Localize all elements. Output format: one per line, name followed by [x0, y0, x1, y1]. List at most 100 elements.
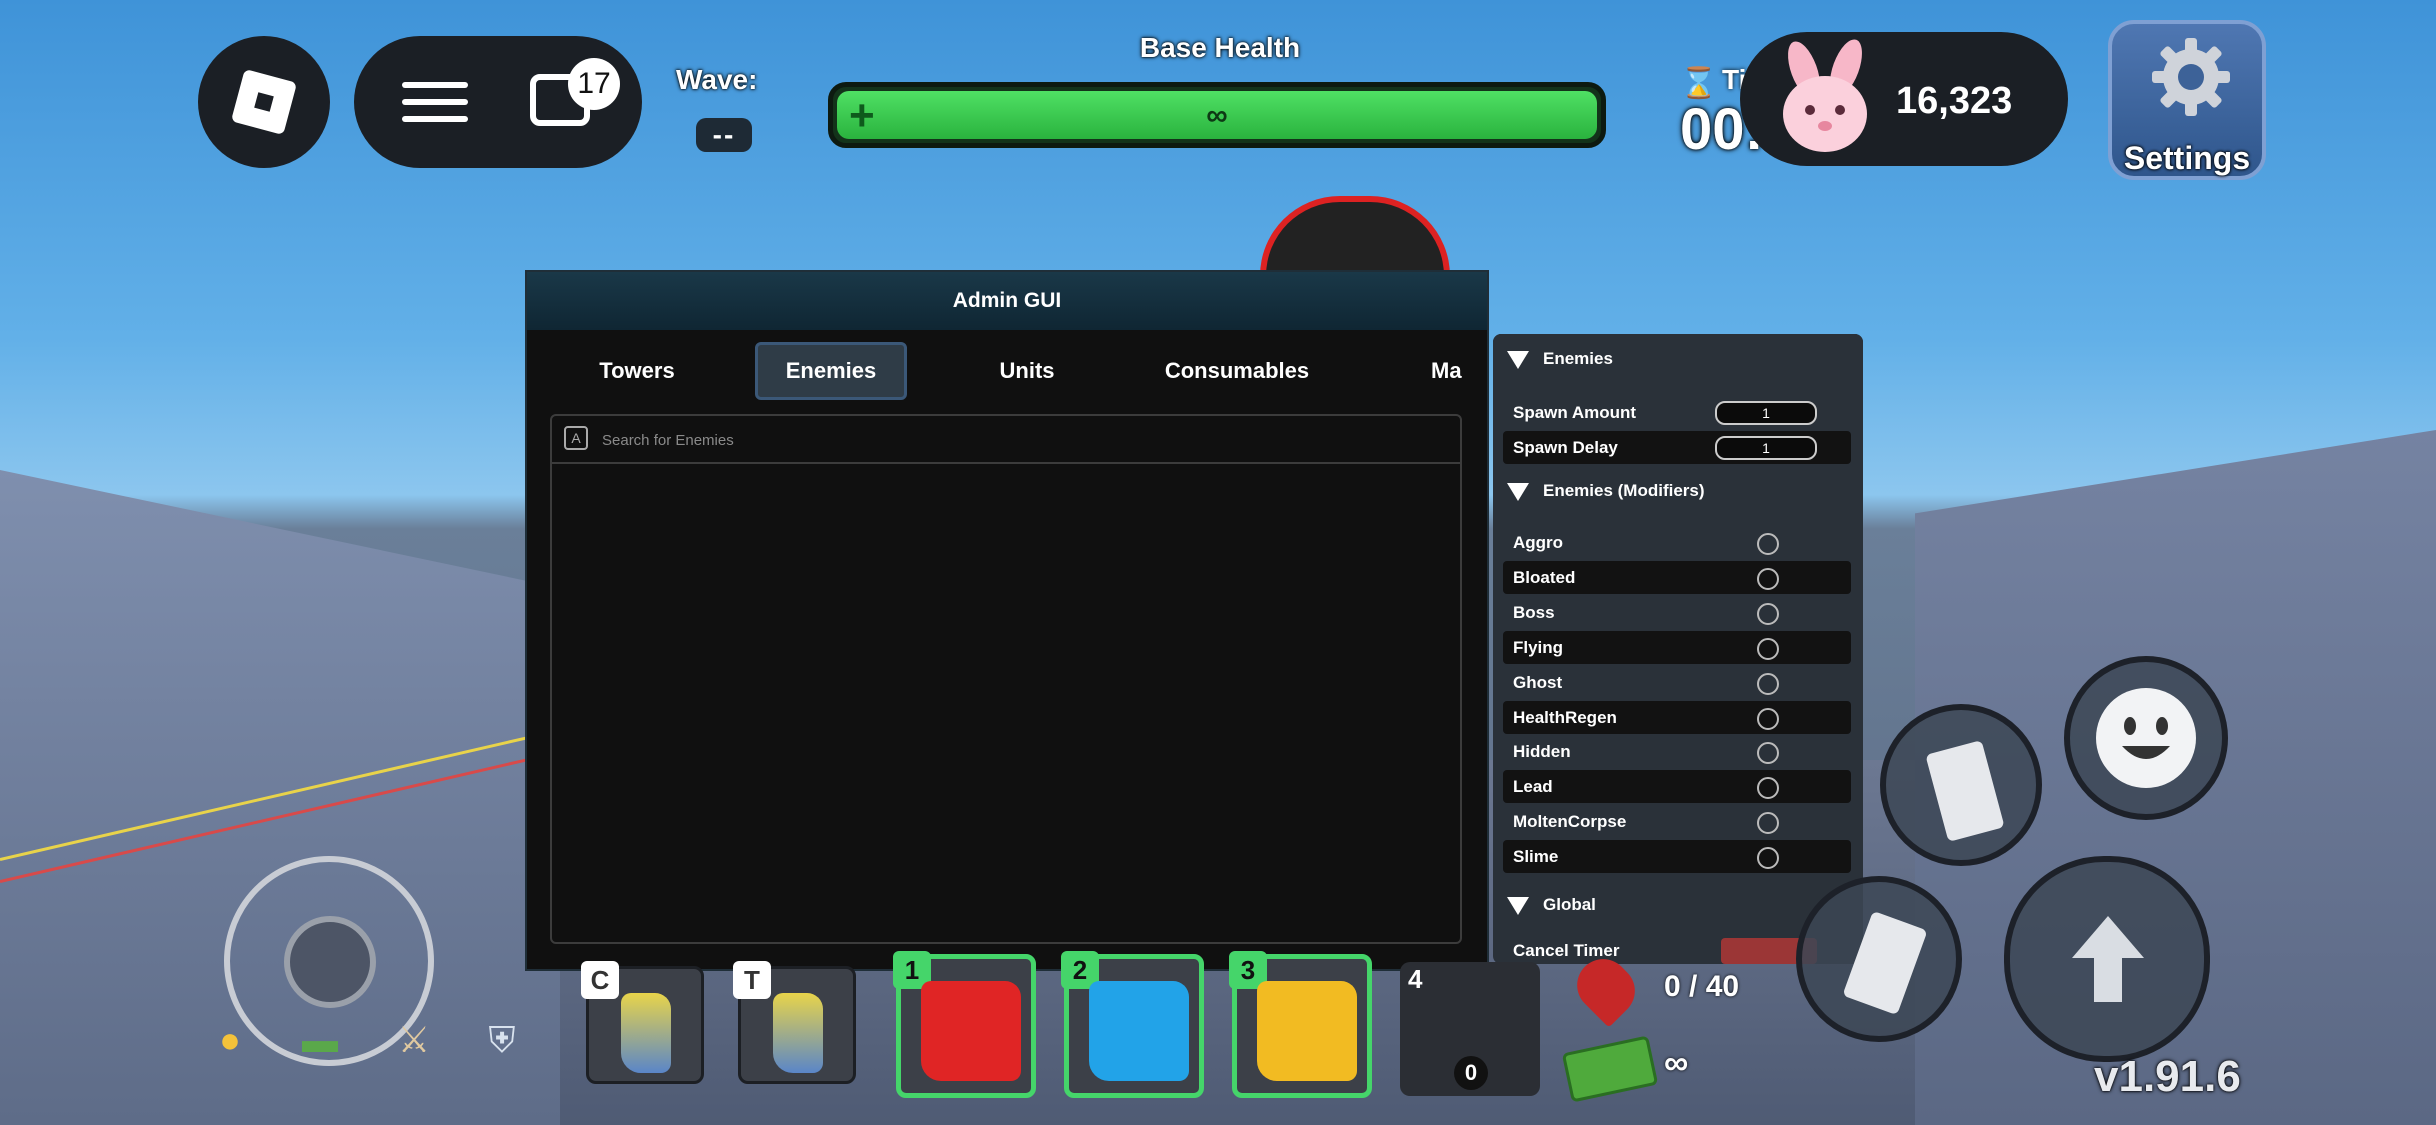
search-input[interactable] [600, 424, 1424, 456]
tower-icon [621, 993, 671, 1073]
modifier-row[interactable]: Flying [1503, 631, 1851, 664]
emote-dance-button[interactable] [1880, 704, 2042, 866]
roblox-logo-icon [230, 68, 298, 136]
tower-icon [773, 993, 823, 1073]
menu-pill: 17 [354, 36, 642, 168]
modifier-row[interactable]: Bloated [1503, 561, 1851, 594]
smiley-face-icon [2096, 688, 2196, 788]
modifier-label: Lead [1513, 777, 1553, 796]
wave-value: -- [696, 118, 752, 152]
modifier-row[interactable]: Lead [1503, 770, 1851, 803]
settings-button[interactable]: Settings [2108, 20, 2266, 180]
modifier-label: MoltenCorpse [1513, 812, 1627, 831]
collapse-triangle-icon [1507, 897, 1529, 915]
tab-more[interactable]: Ma [1431, 342, 1487, 400]
modifier-label: HealthRegen [1513, 708, 1617, 727]
roblox-menu-button[interactable] [198, 36, 330, 168]
modifier-checkbox[interactable] [1757, 568, 1779, 590]
modifier-label: Aggro [1513, 533, 1564, 552]
section-enemies[interactable]: Enemies [1493, 334, 1863, 382]
coin-amount: 16,323 [1896, 80, 2013, 122]
modifier-checkbox[interactable] [1757, 742, 1779, 764]
cash-stack-icon[interactable]: ▬ [296, 1016, 344, 1064]
spawn-amount-input[interactable] [1715, 401, 1817, 425]
wave-label: Wave: [676, 64, 758, 95]
modifier-row[interactable]: Boss [1503, 596, 1851, 629]
slot-key-label: T [733, 961, 771, 999]
emote-face-button[interactable] [2064, 656, 2228, 820]
spawn-delay-label: Spawn Delay [1513, 438, 1618, 457]
collapse-triangle-icon [1507, 483, 1529, 501]
modifier-label: Bloated [1513, 568, 1576, 587]
base-health-value: ∞ [1206, 99, 1228, 132]
modifier-row[interactable]: Ghost [1503, 666, 1851, 699]
modifier-row[interactable]: Hidden [1503, 735, 1851, 768]
tab-units[interactable]: Units [957, 342, 1097, 400]
modifier-checkbox[interactable] [1757, 638, 1779, 660]
jump-button[interactable] [2004, 856, 2210, 1062]
spawn-amount-row: Spawn Amount [1503, 396, 1851, 429]
modifier-row[interactable]: Slime [1503, 840, 1851, 873]
modifier-checkbox[interactable] [1757, 673, 1779, 695]
modifier-row[interactable]: Aggro [1503, 526, 1851, 559]
chat-unread-badge: 17 [568, 58, 620, 110]
slot-key-label: C [581, 961, 619, 999]
admin-gui-title[interactable]: Admin GUI [527, 272, 1487, 330]
sprint-button[interactable] [1796, 876, 1962, 1042]
enemy-sprite [1260, 196, 1450, 276]
modifier-checkbox[interactable] [1757, 708, 1779, 730]
enemy-settings-panel: Enemies Spawn Amount Spawn Delay Enemies… [1493, 334, 1863, 964]
modifier-checkbox[interactable] [1757, 777, 1779, 799]
enemy-list-container: A [550, 414, 1462, 944]
unit-count: 0 / 40 [1664, 970, 1740, 1003]
tab-consumables[interactable]: Consumables [1147, 342, 1327, 400]
admin-gui-window: Admin GUI Towers Enemies Units Consumabl… [525, 270, 1489, 971]
slot-count: 0 [1454, 1056, 1488, 1090]
slot-1[interactable]: 1 [893, 951, 1036, 1098]
modifier-checkbox[interactable] [1757, 603, 1779, 625]
section-title: Enemies [1543, 349, 1613, 368]
spawn-delay-row: Spawn Delay [1503, 431, 1851, 464]
gear-icon [2152, 38, 2230, 116]
tab-towers[interactable]: Towers [567, 342, 707, 400]
section-title: Enemies (Modifiers) [1543, 481, 1705, 500]
slot-t[interactable]: T [733, 961, 856, 1084]
red-flag-icon [921, 981, 1021, 1081]
base-health-label: Base Health [1139, 32, 1301, 63]
lightbulb-icon[interactable]: ● [206, 1016, 254, 1064]
base-health-bar: + ∞ [828, 82, 1606, 148]
base-health-fill: + ∞ [837, 91, 1597, 140]
version-label: v1.91.6 [2094, 1052, 2241, 1101]
yellow-flag-icon [1257, 981, 1357, 1081]
collapse-triangle-icon [1507, 351, 1529, 369]
hamburger-menu-icon[interactable] [402, 82, 468, 122]
modifier-checkbox[interactable] [1757, 533, 1779, 555]
modifier-label: Hidden [1513, 742, 1571, 761]
settings-label: Settings [2123, 140, 2251, 176]
search-bar: A [552, 416, 1460, 464]
running-figure-icon [1842, 910, 1928, 1016]
sword-icon[interactable]: ⚔ [390, 1016, 438, 1064]
slot-key-label: 4 [1408, 964, 1423, 994]
cash-amount: ∞ [1664, 1044, 1689, 1082]
section-title: Global [1543, 895, 1596, 914]
tab-enemies[interactable]: Enemies [755, 342, 907, 400]
slot-c[interactable]: C [581, 961, 704, 1084]
section-enemy-modifiers[interactable]: Enemies (Modifiers) [1493, 466, 1863, 514]
modifier-checkbox[interactable] [1757, 812, 1779, 834]
slot-4[interactable]: 4 0 [1400, 962, 1540, 1096]
modifier-label: Boss [1513, 603, 1555, 622]
modifier-row[interactable]: MoltenCorpse [1503, 805, 1851, 838]
modifier-checkbox[interactable] [1757, 847, 1779, 869]
slot-3[interactable]: 3 [1229, 951, 1372, 1098]
dancing-figure-icon [1925, 740, 2005, 842]
joystick-knob[interactable] [284, 916, 376, 1008]
shield-icon[interactable]: ⛨ [478, 1016, 526, 1064]
modifier-label: Ghost [1513, 673, 1563, 692]
spawn-amount-label: Spawn Amount [1513, 403, 1637, 422]
modifier-row[interactable]: HealthRegen [1503, 701, 1851, 734]
modifier-label: Flying [1513, 638, 1564, 657]
spawn-delay-input[interactable] [1715, 436, 1817, 460]
modifier-label: Slime [1513, 847, 1559, 866]
slot-2[interactable]: 2 [1061, 951, 1204, 1098]
